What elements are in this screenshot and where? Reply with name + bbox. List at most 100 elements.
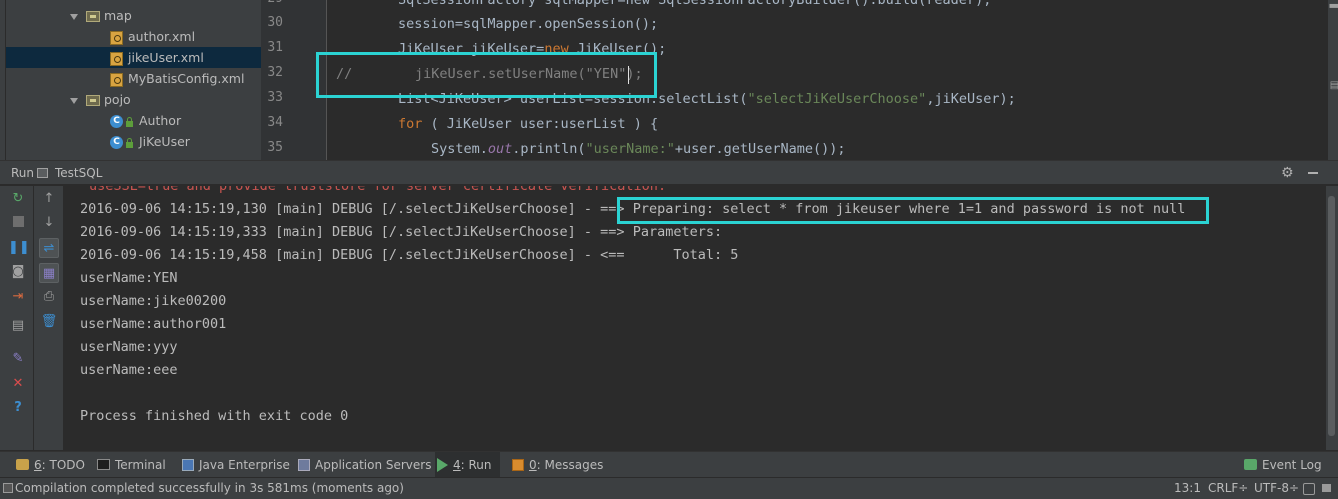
terminal-icon xyxy=(97,459,110,470)
console-output-line: userName:YEN xyxy=(80,270,178,286)
status-toggle-icon[interactable] xyxy=(3,483,13,493)
event-log-tab[interactable]: Event Log xyxy=(1242,452,1322,478)
console-exit-line: Process finished with exit code 0 xyxy=(80,408,349,424)
server-icon xyxy=(298,458,310,471)
xml-file-icon xyxy=(110,51,123,66)
database-icon[interactable]: ▤ xyxy=(1329,80,1338,91)
help-icon[interactable]: ? xyxy=(8,398,28,418)
tree-item-pojo[interactable]: pojo xyxy=(70,89,131,110)
login-icon[interactable]: ⇥ xyxy=(8,287,28,307)
console-log-line: 2016-09-06 14:15:19,130 [main] DEBUG [/.… xyxy=(80,201,1186,217)
database-tab-icon[interactable]: ▐ xyxy=(1329,0,1338,8)
lock-icon xyxy=(126,116,133,127)
terminal-tab[interactable]: Terminal xyxy=(95,452,166,478)
tree-item-label: map xyxy=(104,8,132,23)
tree-item-map[interactable]: map xyxy=(70,5,132,26)
tree-item-label: MyBatisConfig.xml xyxy=(128,71,245,86)
line-number-gutter: 29 30 31 32 33 34 35 xyxy=(261,0,327,160)
tree-item-label: author.xml xyxy=(128,29,196,44)
line-separator-selector[interactable]: CRLF÷ xyxy=(1208,481,1248,495)
tree-item-author-xml[interactable]: author.xml xyxy=(110,26,195,47)
console-log-line: 2016-09-06 14:15:19,333 [main] DEBUG [/.… xyxy=(80,224,723,240)
tree-item-label: Author xyxy=(139,113,182,128)
console-output-line: userName:eee xyxy=(80,362,178,378)
stop-button[interactable] xyxy=(8,214,28,234)
minimize-icon[interactable] xyxy=(1308,172,1318,174)
rerun-icon[interactable]: ↻ xyxy=(8,189,28,209)
run-config-icon xyxy=(37,168,48,178)
todo-icon xyxy=(16,459,29,470)
encoding-selector[interactable]: UTF-8÷ xyxy=(1254,481,1299,495)
tree-item-label: pojo xyxy=(104,92,131,107)
class-icon: C xyxy=(110,115,123,128)
run-toolbar-secondary: ↑ ↓ ⇌ ▦ ⎙ 🗑 xyxy=(34,186,64,450)
line-number: 29 xyxy=(261,0,283,6)
java-enterprise-icon xyxy=(182,458,194,471)
close-icon[interactable]: ✕ xyxy=(8,374,28,394)
code-line-31: JiKeUser jiKeUser=new JiKeUser(); xyxy=(398,41,667,57)
code-line-29: SqlSessionFactory sqlMapper=new SqlSessi… xyxy=(398,0,992,8)
top-area: map author.xml jikeUser.xml MyBatisConfi… xyxy=(0,0,1338,160)
caret-position[interactable]: 13:1 xyxy=(1174,481,1201,495)
run-tab[interactable]: 4: Run xyxy=(435,452,500,478)
git-icon[interactable] xyxy=(1303,483,1315,495)
tree-item-jikeuser-xml[interactable]: jikeUser.xml xyxy=(6,47,261,68)
expand-arrow-icon[interactable] xyxy=(70,13,78,20)
text-caret xyxy=(628,66,629,84)
gear-icon[interactable]: ⚙ xyxy=(1281,165,1294,181)
tree-item-author-class[interactable]: C Author xyxy=(110,110,181,131)
folder-icon xyxy=(86,11,100,22)
folder-icon xyxy=(86,95,100,106)
run-panel-title: Run xyxy=(11,166,35,180)
up-arrow-icon[interactable]: ↑ xyxy=(39,189,59,209)
tree-item-jikeuser-class[interactable]: C JiKeUser xyxy=(110,131,190,152)
xml-file-icon xyxy=(110,30,123,45)
messages-tab[interactable]: 0: Messages xyxy=(510,452,603,478)
lock-icon xyxy=(126,137,133,148)
run-toolbar-primary: ↻ ❚❚ ◙ ⇥ ▤ ✎ ✕ ? xyxy=(0,186,34,450)
scrollbar-thumb[interactable] xyxy=(1328,196,1335,436)
line-number: 31 xyxy=(267,40,283,55)
event-log-icon xyxy=(1244,459,1257,470)
pin-icon[interactable]: ✎ xyxy=(8,349,28,369)
console-log-line: 2016-09-06 14:15:19,458 [main] DEBUG [/.… xyxy=(80,247,739,263)
stop-icon xyxy=(12,216,24,227)
soft-wrap-icon[interactable]: ⇌ xyxy=(39,238,59,258)
messages-icon xyxy=(512,458,524,471)
code-line-32-comment: // xyxy=(336,66,353,82)
tree-item-mybatisconfig-xml[interactable]: MyBatisConfig.xml xyxy=(110,68,244,89)
layout-icon[interactable]: ▤ xyxy=(8,316,28,336)
code-line-34: for ( JiKeUser user:userList ) { xyxy=(398,116,659,132)
console-output-line: userName:jike00200 xyxy=(80,293,227,309)
code-editor[interactable]: SqlSessionFactory sqlMapper=new SqlSessi… xyxy=(328,0,1318,160)
xml-file-icon xyxy=(110,72,123,87)
code-line-33: List<JiKeUser> userList=session.selectLi… xyxy=(398,91,1016,107)
todo-tab[interactable]: 6: TODO xyxy=(14,452,85,478)
run-icon xyxy=(437,457,448,472)
trash-icon[interactable]: 🗑 xyxy=(39,312,59,332)
right-tool-strip: ▐ ▤ xyxy=(1327,0,1338,160)
pause-icon[interactable]: ❚❚ xyxy=(8,238,30,258)
class-icon: C xyxy=(110,136,123,149)
code-line-30: session=sqlMapper.openSession(); xyxy=(398,16,659,32)
console-output-line: userName:author001 xyxy=(80,316,227,332)
code-line-35: System.out.println("userName:"+user.getU… xyxy=(431,141,846,157)
expand-arrow-icon[interactable] xyxy=(70,97,78,104)
tree-item-label: jikeUser.xml xyxy=(128,50,204,65)
status-bar: Compilation completed successfully in 3s… xyxy=(0,477,1338,499)
tree-item-label: JiKeUser xyxy=(139,134,190,149)
scroll-to-end-icon[interactable]: ▦ xyxy=(39,263,59,283)
print-icon[interactable]: ⎙ xyxy=(39,287,59,307)
console-scrollbar[interactable] xyxy=(1326,186,1338,450)
run-console[interactable]: useSSL=true and provide truststore for s… xyxy=(64,186,1326,450)
lock-icon[interactable] xyxy=(1322,484,1331,492)
application-servers-tab[interactable]: Application Servers xyxy=(296,452,431,478)
line-number: 32 xyxy=(267,65,283,80)
line-number: 30 xyxy=(267,15,283,30)
line-number: 33 xyxy=(267,90,283,105)
java-enterprise-tab[interactable]: Java Enterprise xyxy=(180,452,290,478)
camera-icon[interactable]: ◙ xyxy=(8,262,28,282)
down-arrow-icon[interactable]: ↓ xyxy=(39,213,59,233)
project-tree: map author.xml jikeUser.xml MyBatisConfi… xyxy=(6,0,261,160)
run-tab-testsql[interactable]: TestSQL xyxy=(55,166,102,180)
